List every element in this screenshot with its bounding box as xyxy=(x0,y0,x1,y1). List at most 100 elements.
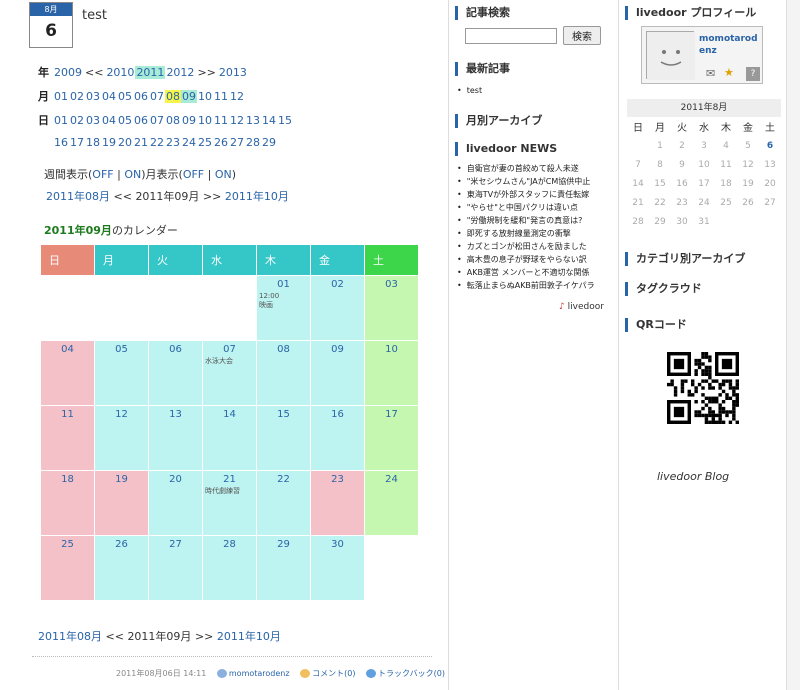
month-link-03[interactable]: 03 xyxy=(85,90,101,103)
calendar-day-number[interactable]: 28 xyxy=(203,539,256,550)
calendar-day-number[interactable]: 05 xyxy=(95,344,148,355)
day-link-19[interactable]: 19 xyxy=(101,136,117,149)
calendar-day-cell[interactable]: 07 水泳大会 xyxy=(202,340,257,406)
day-link-09[interactable]: 09 xyxy=(181,114,197,127)
calendar-day-number[interactable]: 25 xyxy=(41,539,94,550)
day-link-27[interactable]: 27 xyxy=(229,136,245,149)
monthly-off-link[interactable]: OFF xyxy=(183,168,204,181)
day-link-20[interactable]: 20 xyxy=(117,136,133,149)
day-link-23[interactable]: 23 xyxy=(165,136,181,149)
news-item[interactable]: 転落止まらぬAKB前田敦子イケパラ xyxy=(457,279,595,292)
calendar-day-number[interactable]: 09 xyxy=(311,344,364,355)
calendar-day-number[interactable]: 13 xyxy=(149,409,202,420)
calendar-day-cell[interactable]: 26 xyxy=(94,535,149,601)
news-item[interactable]: "労働規制を緩和"発言の真意は? xyxy=(457,214,595,227)
calendar-day-cell[interactable]: 14 xyxy=(202,405,257,471)
monthly-on-link[interactable]: ON xyxy=(215,168,232,181)
calendar-day-cell[interactable]: 15 xyxy=(256,405,311,471)
month-link-02[interactable]: 02 xyxy=(69,90,85,103)
news-item[interactable]: AKB運営 メンバーと不適切な関係 xyxy=(457,266,595,279)
month-link-09[interactable]: 09 xyxy=(181,90,197,103)
calendar-day-cell[interactable]: 16 xyxy=(310,405,365,471)
latest-item[interactable]: test xyxy=(457,84,482,97)
help-icon[interactable]: ? xyxy=(746,67,760,81)
calendar-day-number[interactable]: 11 xyxy=(41,409,94,420)
day-link-07[interactable]: 07 xyxy=(149,114,165,127)
calendar-day-cell[interactable]: 27 xyxy=(148,535,203,601)
calendar-day-number[interactable]: 19 xyxy=(95,474,148,485)
day-link-15[interactable]: 15 xyxy=(277,114,293,127)
day-link-18[interactable]: 18 xyxy=(85,136,101,149)
calendar-event[interactable]: 時代劇練習 xyxy=(203,487,256,496)
calendar-day-number[interactable]: 01 xyxy=(257,279,310,290)
weekly-on-link[interactable]: ON xyxy=(124,168,141,181)
calendar-day-cell[interactable]: 18 xyxy=(40,470,95,536)
next-month-link[interactable]: 2011年10月 xyxy=(225,190,289,203)
calendar-day-cell[interactable]: 25 xyxy=(40,535,95,601)
calendar-day-cell[interactable]: 04 xyxy=(40,340,95,406)
weekly-off-link[interactable]: OFF xyxy=(92,168,113,181)
scrollbar[interactable] xyxy=(786,0,800,690)
year-link-2009[interactable]: 2009 xyxy=(53,66,83,79)
search-input[interactable] xyxy=(465,28,557,44)
entry-title[interactable]: test xyxy=(82,8,107,23)
calendar-event[interactable]: 12:00 映画 xyxy=(257,292,310,310)
news-item[interactable]: カズとゴンが松田さんを励ました xyxy=(457,240,595,253)
calendar-day-cell[interactable]: 08 xyxy=(256,340,311,406)
day-link-04[interactable]: 04 xyxy=(101,114,117,127)
calendar-day-cell[interactable]: 20 xyxy=(148,470,203,536)
month-link-08[interactable]: 08 xyxy=(165,90,181,103)
profile-name[interactable]: momotarodenz xyxy=(699,33,759,57)
calendar-day-number[interactable]: 12 xyxy=(95,409,148,420)
calendar-day-cell[interactable]: 28 xyxy=(202,535,257,601)
calendar-day-number[interactable]: 08 xyxy=(257,344,310,355)
author-link[interactable]: momotarodenz xyxy=(229,669,290,678)
day-link-12[interactable]: 12 xyxy=(229,114,245,127)
news-item[interactable]: 東海TVが外部スタッフに責任転嫁 xyxy=(457,188,595,201)
calendar-day-number[interactable]: 20 xyxy=(149,474,202,485)
day-link-11[interactable]: 11 xyxy=(213,114,229,127)
calendar-day-number[interactable]: 21 xyxy=(203,474,256,485)
calendar-day-number[interactable]: 26 xyxy=(95,539,148,550)
day-link-17[interactable]: 17 xyxy=(69,136,85,149)
news-item[interactable]: "米セシウムさん"JAがCM協供中止 xyxy=(457,175,595,188)
calendar-day-number[interactable]: 27 xyxy=(149,539,202,550)
calendar-day-cell[interactable]: 21 時代劇練習 xyxy=(202,470,257,536)
search-button[interactable]: 検索 xyxy=(563,26,601,45)
year-link-2013[interactable]: 2013 xyxy=(218,66,248,79)
calendar-day-number[interactable]: 02 xyxy=(311,279,364,290)
year-link-2010[interactable]: 2010 xyxy=(105,66,135,79)
day-link-10[interactable]: 10 xyxy=(197,114,213,127)
archive-heading[interactable]: 月別アーカイブ xyxy=(455,114,542,128)
livedoor-news-brand[interactable]: ♪ livedoor xyxy=(559,302,604,312)
month-link-12[interactable]: 12 xyxy=(229,90,245,103)
next-month-link-bottom[interactable]: 2011年10月 xyxy=(217,630,281,643)
day-link-14[interactable]: 14 xyxy=(261,114,277,127)
calendar-day-number[interactable]: 17 xyxy=(365,409,418,420)
calendar-day-number[interactable]: 22 xyxy=(257,474,310,485)
year-link-2011[interactable]: 2011 xyxy=(135,66,166,79)
day-link-26[interactable]: 26 xyxy=(213,136,229,149)
calendar-day-cell[interactable]: 09 xyxy=(310,340,365,406)
calendar-day-number[interactable]: 30 xyxy=(311,539,364,550)
prev-month-link[interactable]: 2011年08月 xyxy=(46,190,110,203)
calendar-day-number[interactable]: 29 xyxy=(257,539,310,550)
comments-link[interactable]: コメント(0) xyxy=(312,669,355,678)
calendar-day-cell[interactable]: 10 xyxy=(364,340,419,406)
calendar-day-number[interactable]: 07 xyxy=(203,344,256,355)
day-link-06[interactable]: 06 xyxy=(133,114,149,127)
calendar-day-cell[interactable]: 11 xyxy=(40,405,95,471)
mini-day[interactable]: 6 xyxy=(759,136,781,155)
month-link-07[interactable]: 07 xyxy=(149,90,165,103)
calendar-event[interactable]: 水泳大会 xyxy=(203,357,256,366)
calendar-day-cell[interactable]: 12 xyxy=(94,405,149,471)
news-item[interactable]: 高木豊の息子が野球をやらない訳 xyxy=(457,253,595,266)
month-link-10[interactable]: 10 xyxy=(197,90,213,103)
month-link-05[interactable]: 05 xyxy=(117,90,133,103)
mail-icon[interactable]: ✉ xyxy=(706,67,715,80)
calendar-day-number[interactable]: 23 xyxy=(311,474,364,485)
calendar-day-cell[interactable]: 17 xyxy=(364,405,419,471)
news-item[interactable]: 自衛官が妻の首絞めて殺人未遂 xyxy=(457,162,595,175)
calendar-day-cell[interactable]: 13 xyxy=(148,405,203,471)
calendar-day-cell[interactable]: 06 xyxy=(148,340,203,406)
